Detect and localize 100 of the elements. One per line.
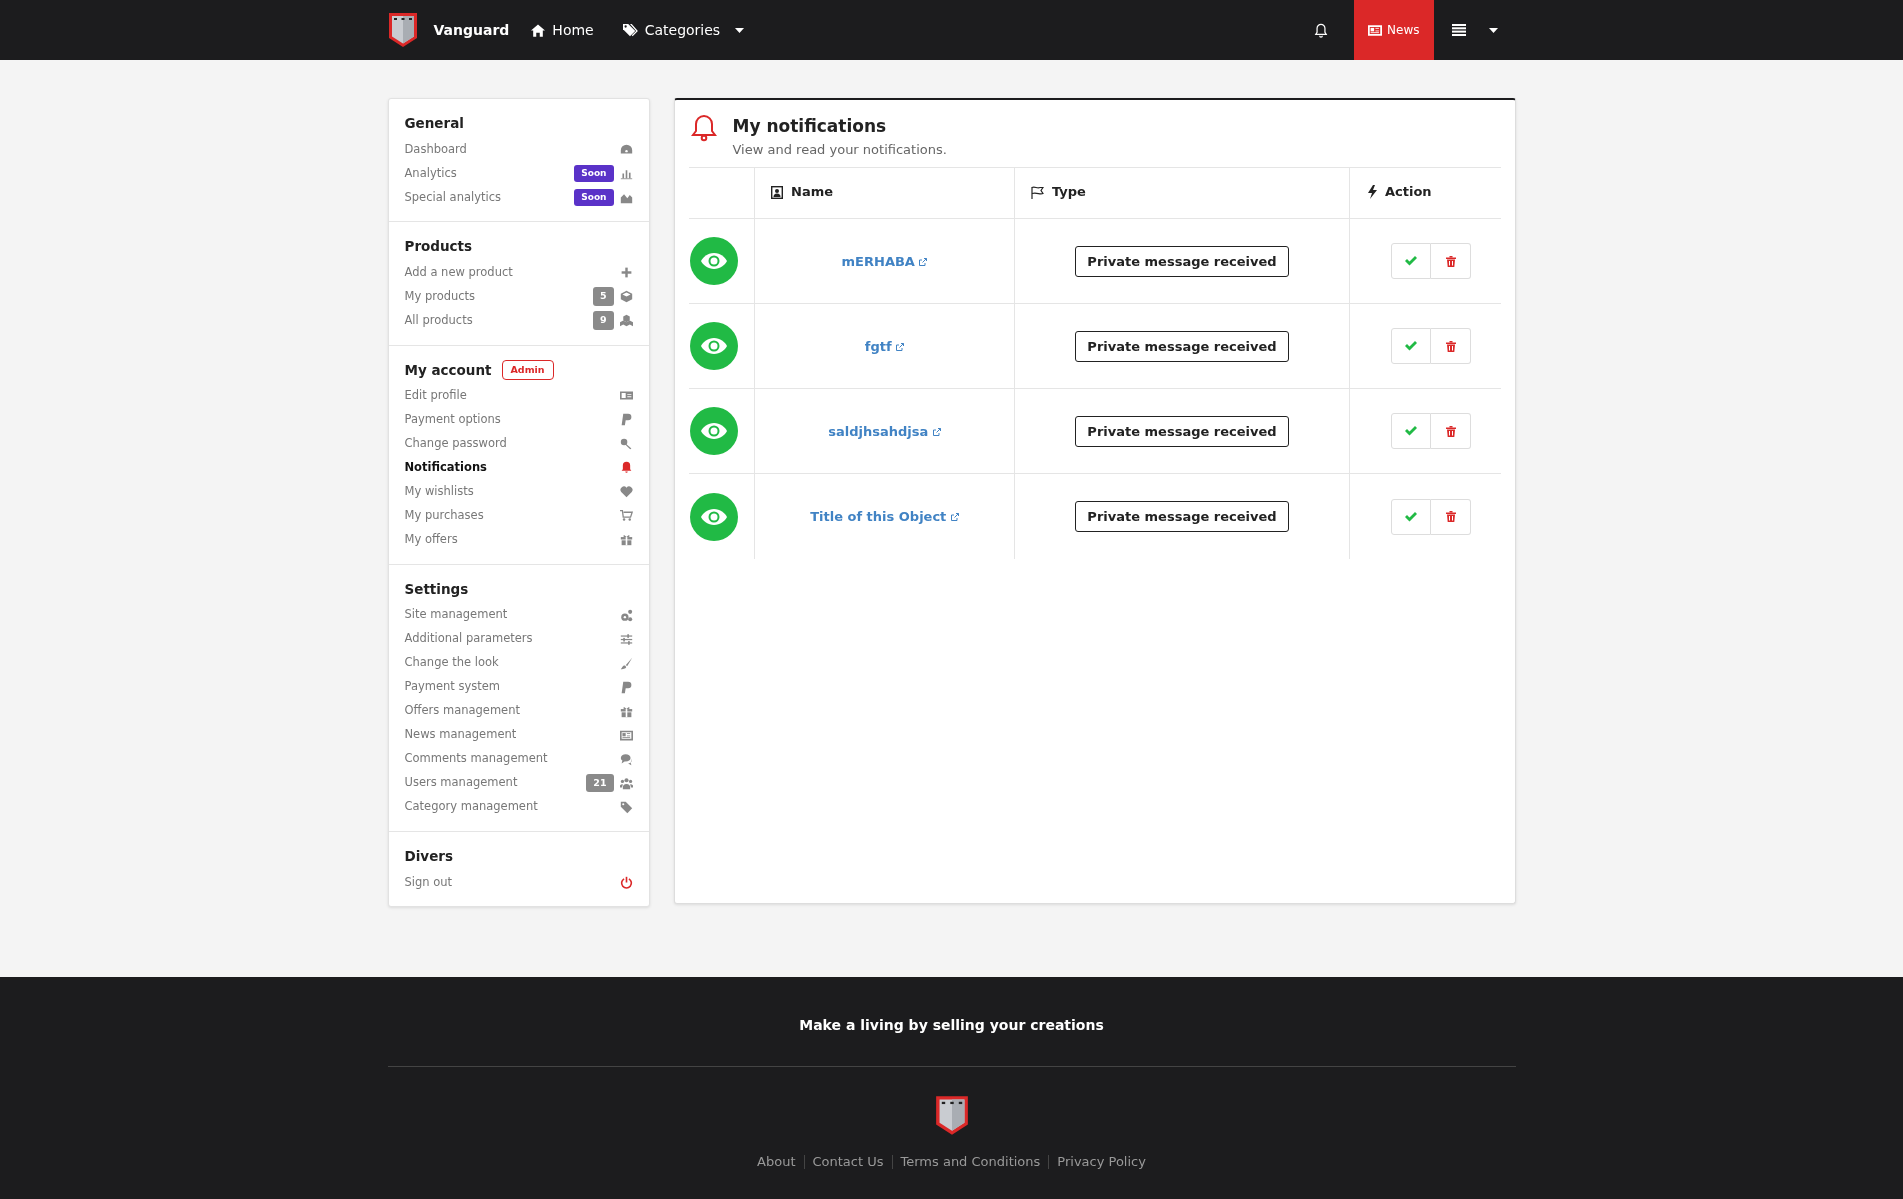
- newspaper-icon: [619, 728, 633, 742]
- sidebar-item[interactable]: My products 5: [404, 284, 633, 309]
- footer-link[interactable]: Privacy Policy: [1049, 1152, 1154, 1172]
- sidebar-item[interactable]: My offers: [404, 527, 633, 552]
- gift-icon: [619, 533, 633, 547]
- cube-icon: [619, 290, 633, 303]
- notification-link[interactable]: saldjhsahdjsa: [828, 423, 941, 439]
- delete-button[interactable]: [1431, 243, 1471, 280]
- sidebar-item[interactable]: Users management 21: [404, 771, 633, 795]
- brand-link[interactable]: Vanguard: [387, 12, 510, 48]
- notification-link[interactable]: fgtf: [864, 338, 905, 354]
- sidebar-item[interactable]: Change password: [404, 431, 633, 456]
- column-header: Type: [1052, 183, 1086, 202]
- column-header: Action: [1385, 183, 1432, 201]
- trash-icon: [1445, 255, 1456, 267]
- panel-subtitle: View and read your notifications.: [732, 140, 947, 159]
- external-link-icon: [919, 258, 928, 266]
- sidebar-item[interactable]: Payment system: [404, 675, 633, 699]
- brand-name: Vanguard: [433, 20, 510, 40]
- tag-icon: [619, 800, 633, 814]
- footer-link[interactable]: About: [749, 1152, 804, 1172]
- plus-icon: [619, 266, 633, 279]
- sidebar-item[interactable]: Category management: [404, 795, 633, 819]
- caret-icon: [1488, 27, 1498, 33]
- trash-icon: [1445, 425, 1456, 437]
- section-heading: Products: [404, 237, 473, 257]
- caret-icon: [735, 27, 745, 33]
- sidebar-item[interactable]: Site management: [404, 603, 633, 627]
- sidebar-item[interactable]: My wishlists: [404, 479, 633, 504]
- bell-icon: [619, 461, 633, 475]
- sidebar-item[interactable]: Additional parameters: [404, 627, 633, 651]
- type-label: Private message received: [1075, 245, 1289, 277]
- shield-logo-icon: [387, 12, 418, 48]
- contact-icon: [771, 185, 783, 199]
- notification-link[interactable]: Title of this Object: [810, 508, 959, 524]
- soon-badge: Soon: [574, 164, 614, 182]
- panel-title: My notifications: [732, 115, 888, 138]
- delete-button[interactable]: [1431, 413, 1471, 450]
- sidebar-item[interactable]: Dashboard: [404, 137, 633, 162]
- bell-icon: [690, 114, 717, 142]
- role-tag: Admin: [501, 359, 554, 380]
- section-heading: General: [404, 114, 464, 133]
- check-icon: [1405, 256, 1417, 267]
- bell-icon: [1314, 22, 1329, 38]
- sidebar-item[interactable]: Special analytics Soon: [404, 185, 633, 210]
- check-icon: [1405, 341, 1417, 352]
- heart-icon: [619, 485, 633, 499]
- sidebar-item[interactable]: My purchases: [404, 503, 633, 528]
- check-icon: [1405, 426, 1417, 437]
- type-label: Private message received: [1075, 500, 1289, 532]
- menu-icon: [1451, 24, 1466, 36]
- lightning-icon: [1368, 184, 1377, 199]
- sidebar-item[interactable]: Edit profile: [404, 383, 633, 408]
- gears-icon: [619, 608, 633, 622]
- sidebar-item[interactable]: Notifications: [404, 455, 633, 480]
- section-heading: Divers: [404, 847, 453, 866]
- sidebar-item[interactable]: Sign out: [404, 870, 633, 895]
- external-link-icon: [896, 343, 905, 351]
- section-heading: My account: [404, 360, 492, 380]
- sidebar-item[interactable]: News management: [404, 723, 633, 747]
- count-badge: 21: [586, 773, 614, 793]
- sidebar-item[interactable]: Payment options: [404, 407, 633, 432]
- external-link-icon: [932, 428, 941, 436]
- sliders-icon: [619, 632, 633, 646]
- sidebar-item[interactable]: Change the look: [404, 651, 633, 675]
- footer-link[interactable]: Terms and Conditions: [892, 1152, 1049, 1172]
- delete-button[interactable]: [1431, 498, 1471, 535]
- external-link-icon: [950, 513, 959, 522]
- users-icon: [619, 776, 633, 790]
- check-icon: [1405, 511, 1417, 522]
- count-badge: 9: [592, 311, 614, 330]
- news-tab[interactable]: News: [1354, 0, 1434, 60]
- tags-icon: [621, 23, 638, 37]
- footer-link[interactable]: Contact Us: [804, 1152, 892, 1172]
- sidebar-item[interactable]: Analytics Soon: [404, 161, 633, 186]
- power-icon: [619, 875, 633, 889]
- key-icon: [619, 437, 633, 451]
- gift-icon: [619, 704, 633, 718]
- shield-logo-icon: [934, 1095, 969, 1137]
- trash-icon: [1445, 511, 1456, 522]
- column-header: Name: [791, 183, 833, 202]
- soon-badge: Soon: [574, 188, 614, 206]
- delete-button[interactable]: [1431, 328, 1471, 365]
- nav-link[interactable]: Home: [517, 0, 608, 60]
- type-label: Private message received: [1075, 330, 1289, 362]
- newspaper-icon: [1368, 24, 1383, 36]
- home-icon: [531, 23, 546, 37]
- notification-link[interactable]: mERHABA: [841, 253, 928, 269]
- sidebar-item[interactable]: All products 9: [404, 308, 633, 333]
- sidebar-item[interactable]: Offers management: [404, 699, 633, 723]
- footer-tagline: Make a living by selling your creations: [387, 977, 1516, 1068]
- sidebar-item[interactable]: Add a new product: [404, 260, 633, 285]
- section-heading: Settings: [404, 579, 469, 599]
- id-card-icon: [619, 389, 633, 403]
- cart-icon: [619, 509, 633, 523]
- sidebar-item[interactable]: Comments management: [404, 747, 633, 771]
- count-badge: 5: [592, 287, 614, 306]
- type-label: Private message received: [1075, 415, 1289, 447]
- flag-icon: [1031, 185, 1044, 199]
- nav-link[interactable]: Categories: [607, 0, 759, 60]
